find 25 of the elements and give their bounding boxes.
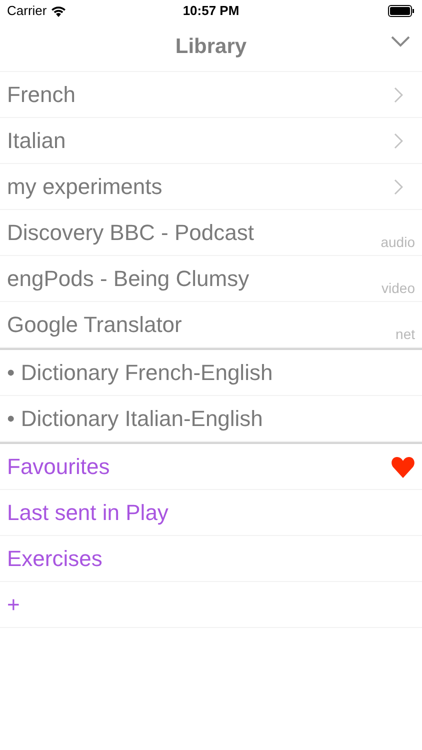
heart-icon [391,456,415,478]
chevron-right-icon [394,178,403,194]
chevron-down-icon[interactable] [391,36,410,47]
media-type-tag: net [396,324,415,345]
row-label: Discovery BBC - Podcast [7,222,254,244]
carrier-label: Carrier [7,2,47,20]
media-type-tag: video [382,278,415,299]
chevron-right-icon [394,86,403,102]
media-type-tag: audio [380,232,415,253]
row-label: Favourites [7,456,110,478]
row-label: Last sent in Play [7,502,168,524]
row-label: • Dictionary Italian-English [7,408,263,430]
row-label: French [7,84,76,106]
nav-title: Library [175,34,247,60]
row-label: my experiments [7,176,162,198]
wifi-icon [50,6,66,16]
row-label: Italian [7,130,66,152]
row-label: • Dictionary French-English [7,362,273,384]
row-label: engPods - Being Clumsy [7,268,250,290]
row-label: + [7,594,20,616]
clock-time: 10:57 PM [182,2,240,20]
chevron-right-icon [394,132,403,148]
row-label: Google Translator [7,314,182,336]
row-label: Exercises [7,548,102,570]
battery-icon [388,5,415,17]
